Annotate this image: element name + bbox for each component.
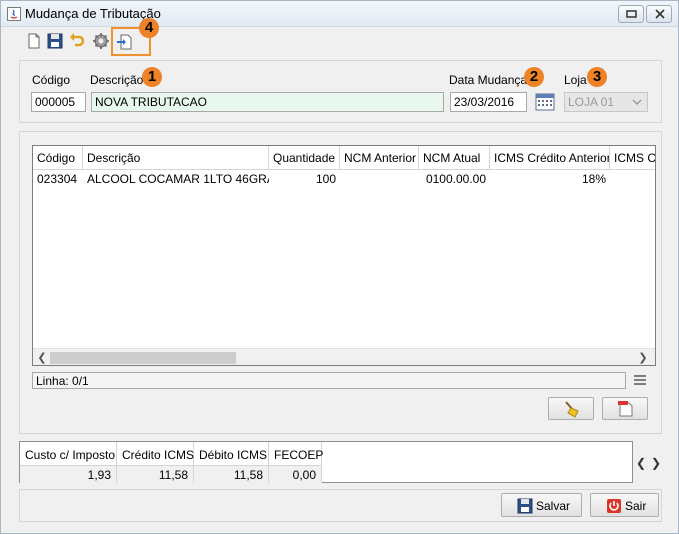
- summary-value-fecoep: 0,00: [269, 466, 322, 483]
- clear-button[interactable]: [548, 397, 594, 420]
- data-mudanca-label: Data Mudança: [449, 73, 528, 87]
- col-header-descricao[interactable]: Descrição: [83, 146, 269, 170]
- col-header-quantidade[interactable]: Quantidade: [269, 146, 340, 170]
- summary-table: Custo c/ Imposto Crédito ICMS Débito ICM…: [19, 441, 633, 483]
- col-header-icms-credito-anterior[interactable]: ICMS Crédito Anterior: [490, 146, 610, 170]
- java-app-icon: [7, 7, 21, 21]
- save-disk-icon[interactable]: [46, 32, 64, 50]
- col-header-codigo[interactable]: Código: [33, 146, 83, 170]
- exit-button[interactable]: Sair: [590, 493, 659, 517]
- window-title: Mudança de Tributação: [25, 6, 161, 21]
- new-document-icon[interactable]: [25, 32, 43, 50]
- codigo-label: Código: [32, 73, 71, 87]
- data-mudanca-field[interactable]: 23/03/2016: [450, 92, 527, 112]
- badge-3: 3: [587, 67, 607, 87]
- summary-header-credito-icms: Crédito ICMS: [117, 442, 194, 466]
- descricao-field[interactable]: NOVA TRIBUTACAO: [91, 92, 444, 112]
- close-button[interactable]: [646, 5, 672, 23]
- close-icon: [655, 9, 665, 19]
- horizontal-scrollbar[interactable]: ❮ ❯: [33, 348, 655, 365]
- cell-ncm-anterior: [340, 170, 419, 188]
- summary-value-custo: 1,93: [20, 466, 117, 483]
- cell-ncm-atual: 0100.00.00: [425, 172, 486, 186]
- cell-descricao: ALCOOL COCAMAR 1LTO 46GRAUS: [87, 172, 269, 186]
- scroll-left-icon[interactable]: ❮: [35, 351, 49, 365]
- descricao-label: Descrição: [90, 73, 144, 87]
- summary-header-custo: Custo c/ Imposto: [20, 442, 117, 466]
- scroll-right-icon[interactable]: ❯: [636, 351, 650, 365]
- summary-header-debito-icms: Débito ICMS: [194, 442, 269, 466]
- loja-label: Loja: [564, 73, 587, 87]
- col-header-ncm-atual[interactable]: NCM Atual: [419, 146, 490, 170]
- settings-gear-icon[interactable]: [92, 32, 110, 50]
- save-disk-icon: [517, 498, 533, 514]
- summary-header-fecoep: FECOEP: [269, 442, 323, 466]
- save-button-label: Salvar: [536, 499, 571, 513]
- power-off-icon: [607, 499, 621, 513]
- loja-select-value: LOJA 01: [568, 95, 615, 109]
- title-bar: Mudança de Tributação: [1, 1, 678, 27]
- save-button[interactable]: Salvar: [501, 493, 582, 517]
- summary-scroll-left-icon[interactable]: ❮: [636, 456, 646, 470]
- col-header-icms-c[interactable]: ICMS C: [610, 146, 655, 170]
- items-table[interactable]: Código Descrição Quantidade NCM Anterior…: [32, 145, 656, 366]
- badge-2: 2: [524, 67, 544, 87]
- restore-icon: [626, 10, 637, 18]
- summary-scroll-right-icon[interactable]: ❯: [651, 456, 661, 470]
- table-header: Código Descrição Quantidade NCM Anterior…: [33, 146, 655, 170]
- delete-item-button[interactable]: [602, 397, 648, 420]
- cell-quantidade: 100: [315, 172, 336, 186]
- broom-icon: [565, 401, 579, 418]
- import-document-icon[interactable]: [116, 33, 134, 51]
- badge-4: 4: [139, 18, 159, 38]
- undo-icon[interactable]: [68, 32, 86, 50]
- delete-document-icon: [618, 401, 633, 417]
- summary-value-debito-icms: 11,58: [194, 466, 269, 483]
- cell-icms-credito-anterior: 18%: [581, 172, 606, 186]
- codigo-field[interactable]: 000005: [31, 92, 86, 112]
- badge-1: 1: [142, 67, 162, 87]
- col-header-ncm-anterior[interactable]: NCM Anterior: [340, 146, 419, 170]
- loja-select[interactable]: LOJA 01: [564, 92, 648, 112]
- menu-lines-icon[interactable]: [633, 374, 647, 386]
- chevron-down-icon: [632, 99, 642, 105]
- calendar-icon[interactable]: [535, 92, 555, 112]
- main-window: Mudança de Tributação 4 Código Descrição…: [0, 0, 679, 534]
- cell-codigo: 023304: [37, 172, 78, 186]
- scroll-thumb[interactable]: [50, 352, 236, 364]
- exit-button-label: Sair: [625, 499, 647, 513]
- row-status: Linha: 0/1: [32, 372, 626, 389]
- restore-button[interactable]: [618, 5, 644, 23]
- summary-value-credito-icms: 11,58: [117, 466, 194, 483]
- cell-icms-c: [610, 170, 655, 188]
